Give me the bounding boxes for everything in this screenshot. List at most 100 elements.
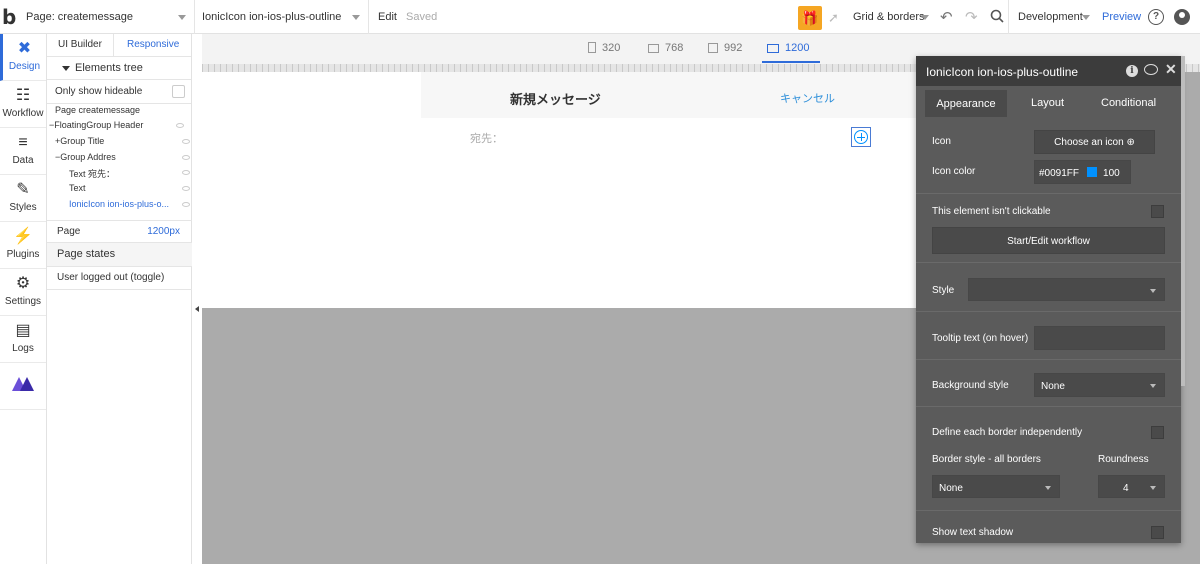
nav-workflow[interactable]: ☷ Workflow	[0, 81, 46, 128]
eye-icon[interactable]	[176, 123, 184, 128]
nav-settings[interactable]: ⚙ Settings	[0, 269, 46, 316]
chevron-down-icon	[1150, 384, 1156, 388]
property-editor-header[interactable]: IonicIcon ion-ios-plus-outline i ✕	[916, 56, 1181, 86]
cursor-icon[interactable]: ➚	[828, 10, 839, 26]
bubble-logo-icon[interactable]: b	[2, 0, 20, 34]
tab-ui-builder[interactable]: UI Builder	[58, 39, 102, 50]
tree-item-text[interactable]: Text	[69, 183, 214, 198]
viewport-1200[interactable]: 1200	[767, 42, 809, 54]
only-hideable-row: Only show hideable	[47, 80, 191, 104]
define-border-row: Define each border independently	[916, 424, 1181, 442]
search-icon[interactable]	[990, 9, 1004, 23]
collapse-panel-icon[interactable]	[195, 306, 199, 312]
grid-borders-toggle[interactable]: Grid & borders	[853, 11, 925, 23]
selected-ionicicon[interactable]	[851, 127, 871, 147]
edit-menu[interactable]: Edit	[378, 11, 397, 23]
brand-triangle-icon	[12, 377, 34, 391]
tree-item-page[interactable]: Page createmessage	[55, 105, 200, 120]
workflow-icon: ☷	[15, 87, 31, 104]
background-style-row: Background style None	[916, 373, 1181, 397]
top-bar: b Page: createmessage IonicIcon ion-ios-…	[0, 0, 1200, 34]
nav-styles[interactable]: ✎ Styles	[0, 175, 46, 222]
nav-label: Design	[8, 61, 41, 72]
info-icon[interactable]: i	[1126, 65, 1138, 77]
roundness-input[interactable]: 4	[1098, 475, 1165, 498]
help-icon[interactable]: ?	[1148, 9, 1164, 25]
icon-color-picker[interactable]: #0091FF 100	[1034, 160, 1131, 184]
page-canvas[interactable]: 新規メッセージ キャンセル 宛先：	[202, 72, 917, 308]
page-states-header[interactable]: Page states	[47, 242, 192, 266]
page-width-value: 1200px	[147, 226, 180, 237]
start-edit-workflow-button[interactable]: Start/Edit workflow	[932, 227, 1165, 254]
eye-icon[interactable]	[182, 155, 190, 160]
choose-icon-button[interactable]: Choose an icon ⊕	[1034, 130, 1155, 154]
page-selector-label: Page: createmessage	[26, 11, 134, 23]
not-clickable-checkbox[interactable]	[1151, 205, 1164, 218]
tree-item-label: Text	[69, 183, 86, 193]
viewport-992[interactable]: 992	[708, 42, 742, 54]
gift-icon[interactable]: 🎁	[798, 6, 822, 30]
undo-icon[interactable]: ↶	[940, 8, 953, 26]
tab-responsive[interactable]: Responsive	[127, 39, 179, 50]
close-icon[interactable]: ✕	[1165, 61, 1177, 78]
page-width-row[interactable]: Page 1200px	[47, 220, 192, 242]
tooltip-input[interactable]	[1034, 326, 1165, 350]
elements-panel: UI Builder Responsive Elements tree Only…	[47, 34, 192, 564]
tree-item-floatinggroup[interactable]: −FloatingGroup Header	[49, 120, 194, 135]
style-dropdown[interactable]	[968, 278, 1165, 301]
nav-data[interactable]: ≡ Data	[0, 128, 46, 175]
plus-outline-icon	[854, 130, 868, 144]
page-state-label: User logged out (toggle)	[57, 272, 165, 283]
property-editor: IonicIcon ion-ios-plus-outline i ✕ Appea…	[916, 56, 1181, 543]
preview-link[interactable]: Preview	[1102, 11, 1141, 23]
page-selector[interactable]: Page: createmessage	[20, 0, 195, 34]
text-shadow-checkbox[interactable]	[1151, 526, 1164, 539]
only-hideable-label: Only show hideable	[55, 86, 143, 97]
element-selector[interactable]: IonicIcon ion-ios-plus-outline	[196, 0, 369, 34]
plus-circle-icon: ⊕	[1126, 137, 1135, 148]
nav-bubble-brand[interactable]	[0, 363, 46, 410]
divider	[916, 311, 1181, 312]
tab-layout[interactable]: Layout	[1031, 97, 1064, 109]
left-nav: ✖ Design ☷ Workflow ≡ Data ✎ Styles ⚡ Pl…	[0, 34, 47, 564]
page-state-item[interactable]: User logged out (toggle)	[47, 266, 192, 290]
styles-icon: ✎	[16, 181, 30, 198]
eye-icon[interactable]	[182, 170, 190, 175]
comment-icon[interactable]	[1144, 64, 1158, 75]
tab-conditional[interactable]: Conditional	[1101, 97, 1156, 109]
text-shadow-label: Show text shadow	[932, 527, 1014, 538]
viewport-768[interactable]: 768	[648, 42, 683, 54]
page-title: 新規メッセージ	[510, 93, 601, 108]
viewport-label: 320	[602, 42, 621, 54]
tree-item-ionicicon[interactable]: IonicIcon ion-ios-plus-o...	[69, 199, 214, 214]
define-border-checkbox[interactable]	[1151, 426, 1164, 439]
tree-item-label: Page createmessage	[55, 105, 141, 115]
eye-icon[interactable]	[182, 139, 190, 144]
background-style-dropdown[interactable]: None	[1034, 373, 1165, 397]
user-account-icon[interactable]	[1174, 9, 1190, 25]
elements-tree-header[interactable]: Elements tree	[47, 57, 191, 80]
panel-tabs: UI Builder Responsive	[47, 34, 191, 57]
floatinggroup-header[interactable]: 新規メッセージ キャンセル	[421, 72, 917, 118]
border-style-value: None	[939, 483, 963, 494]
tree-item-label: IonicIcon ion-ios-plus-o...	[69, 199, 170, 209]
tab-appearance[interactable]: Appearance	[925, 90, 1007, 117]
nav-label: Logs	[12, 343, 34, 354]
property-editor-scrollbar[interactable]	[1181, 56, 1185, 386]
chevron-down-icon	[1045, 486, 1051, 490]
viewport-320[interactable]: 320	[588, 42, 620, 54]
redo-icon[interactable]: ↷	[965, 8, 978, 26]
tree-item-group-title[interactable]: +Group Title	[55, 136, 200, 151]
border-style-dropdown[interactable]: None	[932, 475, 1060, 498]
tree-item-label: Text 宛先：	[69, 169, 116, 179]
caret-down-icon	[62, 66, 70, 71]
nav-design[interactable]: ✖ Design	[0, 34, 46, 81]
nav-plugins[interactable]: ⚡ Plugins	[0, 222, 46, 269]
only-hideable-checkbox[interactable]	[172, 85, 185, 98]
eye-icon[interactable]	[182, 186, 190, 191]
tree-item-group-addres[interactable]: −Group Addres	[55, 152, 200, 167]
tree-item-text-to[interactable]: Text 宛先：	[69, 167, 214, 182]
cancel-link[interactable]: キャンセル	[780, 90, 835, 106]
eye-icon[interactable]	[182, 202, 190, 207]
nav-logs[interactable]: ▤ Logs	[0, 316, 46, 363]
